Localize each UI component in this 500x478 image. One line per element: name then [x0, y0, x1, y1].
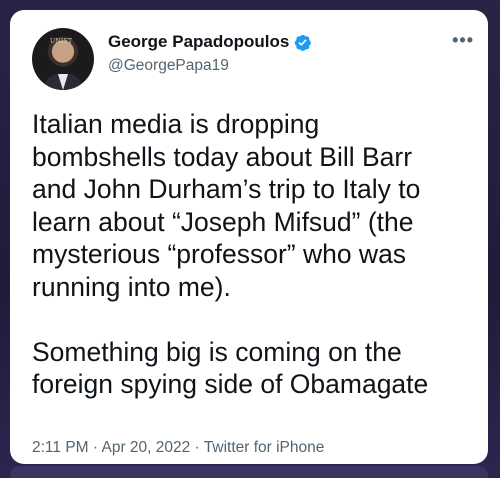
tweet-line: learn about “Joseph Mifsud” (the	[32, 206, 414, 237]
tweet-line: bombshells today about Bill Barr	[32, 141, 413, 172]
tweet-time[interactable]: 2:11 PM	[32, 439, 89, 456]
tweet-meta: 2:11 PM · Apr 20, 2022 · Twitter for iPh…	[32, 439, 324, 457]
tweet-source[interactable]: Twitter for iPhone	[204, 439, 325, 456]
author-display-name[interactable]: George Papadopoulos	[108, 32, 289, 52]
tweet-date[interactable]: Apr 20, 2022	[102, 439, 191, 456]
tweet-line: running into me).	[32, 271, 231, 302]
author-handle[interactable]: @GeorgePapa19	[108, 57, 229, 75]
meta-separator: ·	[190, 439, 204, 456]
tweet-text: Italian media is dropping bombshells tod…	[32, 108, 482, 401]
avatar-sign-text: UNIST	[50, 38, 73, 45]
avatar[interactable]: UNIST	[32, 28, 94, 90]
next-card-edge	[10, 466, 488, 478]
meta-separator: ·	[88, 439, 102, 456]
more-options-icon[interactable]: •••	[452, 30, 474, 51]
tweet-line: and John Durham’s trip to Italy to	[32, 174, 421, 204]
verified-badge-icon	[295, 34, 312, 51]
tweet-line: foreign spying side of Obamagate	[32, 369, 429, 399]
tweet-line: Something big is coming on the	[32, 336, 402, 367]
author-name-row: George Papadopoulos	[108, 32, 312, 52]
tweet-line: Italian media is dropping	[32, 109, 320, 139]
tweet-card: UNIST George Papadopoulos @GeorgePapa19 …	[10, 10, 488, 464]
tweet-line: mysterious “professor” who was	[32, 239, 407, 269]
